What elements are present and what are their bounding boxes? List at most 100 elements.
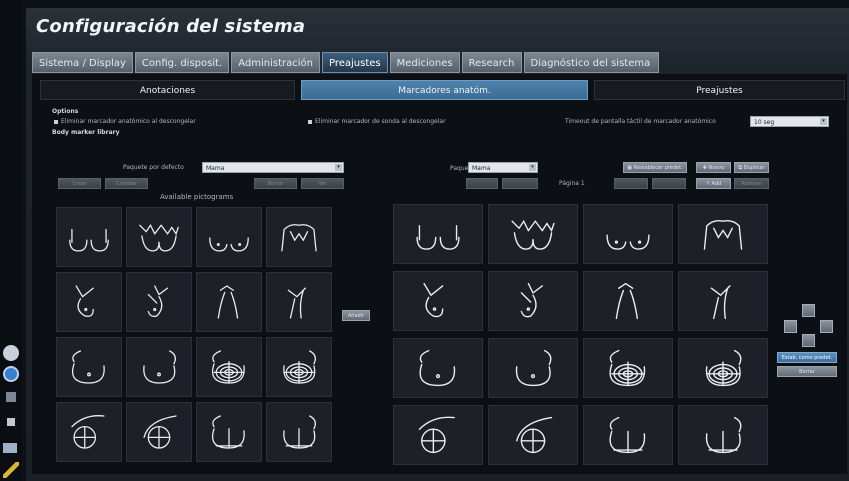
- timeout-select[interactable]: 10 seg ▾: [750, 116, 829, 127]
- tab-mediciones[interactable]: Mediciones: [389, 52, 460, 73]
- available-pictogram-9[interactable]: [56, 337, 122, 397]
- package-pictogram-2[interactable]: [488, 204, 578, 264]
- available-pictogram-1[interactable]: [56, 207, 122, 267]
- opt-remove-probe[interactable]: Eliminar marcador de sonda al descongela…: [308, 118, 446, 125]
- ver-button[interactable]: Ver: [301, 178, 344, 189]
- available-pictogram-4[interactable]: [266, 207, 332, 267]
- nuevo-label: Nuevo: [708, 165, 725, 171]
- package-pictogram-14[interactable]: [488, 405, 578, 465]
- move-left-button[interactable]: [784, 320, 797, 333]
- tab-preajustes[interactable]: Preajustes: [321, 52, 388, 73]
- neck-view-icon: [217, 285, 239, 319]
- package-pictogram-1[interactable]: [393, 204, 483, 264]
- upper-body-icon: [281, 224, 317, 252]
- paquete-defecto-value: Mama: [206, 165, 225, 172]
- paquete-defecto-label: Paquete por defecto: [123, 164, 184, 171]
- tab-research[interactable]: Research: [461, 52, 522, 73]
- printer-icon[interactable]: [6, 392, 16, 402]
- available-pictogram-11[interactable]: [196, 337, 262, 397]
- breasts-front-icon: [69, 228, 109, 252]
- package-pictogram-3[interactable]: [583, 204, 673, 264]
- paquete-select[interactable]: Mama ▾: [468, 162, 538, 173]
- next-page-button[interactable]: [652, 178, 686, 189]
- tab-administracion[interactable]: Administración: [231, 52, 320, 73]
- available-pictogram-12[interactable]: [266, 337, 332, 397]
- package-pictogram-7[interactable]: [583, 271, 673, 331]
- restablecer-button[interactable]: ▣ Restablecer predet.: [623, 162, 687, 173]
- move-right-button[interactable]: [820, 320, 833, 333]
- crear-button[interactable]: Crear: [58, 178, 101, 189]
- breast-left-axis-icon: [609, 416, 646, 454]
- available-pictogram-14[interactable]: [126, 402, 192, 462]
- package-pictogram-11[interactable]: [583, 338, 673, 398]
- available-pictogram-10[interactable]: [126, 337, 192, 397]
- opt-remove-anatomic[interactable]: Eliminar marcador anatómico al descongel…: [54, 118, 196, 125]
- breasts-front-icon: [416, 225, 460, 250]
- add-label: Add: [711, 181, 722, 187]
- available-pictogram-7[interactable]: [196, 272, 262, 332]
- available-pictogram-5[interactable]: [56, 272, 122, 332]
- package-pictogram-16[interactable]: [678, 405, 768, 465]
- config-window: Configuración del sistema Sistema / Disp…: [26, 8, 849, 481]
- available-pictogram-3[interactable]: [196, 207, 262, 267]
- available-pictogram-8[interactable]: [266, 272, 332, 332]
- page-label: Página 1: [559, 180, 585, 187]
- paquete-defecto-select[interactable]: Mama ▾: [202, 162, 344, 173]
- prev-page-button[interactable]: [614, 178, 648, 189]
- package-pictogram-6[interactable]: [488, 271, 578, 331]
- package-pictogram-8[interactable]: [678, 271, 768, 331]
- package-pictogram-4[interactable]: [678, 204, 768, 264]
- remove-button[interactable]: Remove: [734, 178, 769, 189]
- subtab-anotaciones[interactable]: Anotaciones: [40, 80, 295, 100]
- arrow-up-button[interactable]: [466, 178, 498, 189]
- chevron-down-icon: ▾: [529, 164, 536, 171]
- package-pictogram-15[interactable]: [583, 405, 673, 465]
- move-up-button[interactable]: [802, 304, 815, 317]
- available-pictogram-16[interactable]: [266, 402, 332, 462]
- help-icon[interactable]: [3, 366, 19, 382]
- duplicar-button[interactable]: ⧉ Duplicar: [734, 162, 769, 173]
- breasts-low-icon: [606, 234, 650, 250]
- breast-left-icon: [419, 349, 456, 387]
- available-pictogram-2[interactable]: [126, 207, 192, 267]
- subtab-marcadores[interactable]: Marcadores anatóm.: [301, 80, 588, 100]
- side-view-bent-icon: [520, 282, 543, 318]
- package-pictogram-12[interactable]: [678, 338, 768, 398]
- quadrant-left-icon: [418, 416, 455, 454]
- pen-icon[interactable]: [3, 462, 19, 478]
- set-default-button[interactable]: Estab. como predet.: [777, 352, 837, 363]
- settings-icon[interactable]: [3, 345, 19, 361]
- side-view-left-icon: [75, 285, 94, 317]
- package-pictogram-10[interactable]: [488, 338, 578, 398]
- cambiar-button[interactable]: Cambiar: [105, 178, 148, 189]
- volume-icon[interactable]: [7, 418, 15, 426]
- breast-left-axis-icon: [211, 415, 245, 449]
- tab-diagnostico[interactable]: Diagnóstico del sistema: [523, 52, 659, 73]
- breast-left-icon: [71, 350, 105, 384]
- arrow-down-button[interactable]: [502, 178, 538, 189]
- quadrant-right-icon: [516, 416, 553, 454]
- borrar-button[interactable]: Borrar: [254, 178, 297, 189]
- breast-right-rings-icon: [705, 349, 742, 387]
- side-view-right-icon: [287, 287, 307, 319]
- side-view-left-icon: [423, 282, 444, 318]
- tab-config-disposit[interactable]: Config. disposit.: [134, 52, 230, 73]
- add-button[interactable]: ↑ Add: [696, 178, 731, 189]
- package-pictogram-9[interactable]: [393, 338, 483, 398]
- package-pictogram-5[interactable]: [393, 271, 483, 331]
- delete-pictogram-button[interactable]: Borrar: [777, 366, 837, 377]
- side-view-right-icon: [710, 285, 731, 320]
- nuevo-button[interactable]: ✚ Nuevo: [696, 162, 731, 173]
- tab-sistema-display[interactable]: Sistema / Display: [32, 52, 133, 73]
- opt1-label: Eliminar marcador anatómico al descongel…: [61, 118, 196, 125]
- move-down-button[interactable]: [802, 334, 815, 347]
- chevron-down-icon: ▾: [820, 118, 827, 125]
- subtab-preajustes[interactable]: Preajustes: [594, 80, 845, 100]
- add-to-package-button[interactable]: Añadir: [342, 310, 370, 321]
- available-pictogram-13[interactable]: [56, 402, 122, 462]
- quadrant-right-icon: [143, 415, 177, 449]
- image-icon[interactable]: [3, 443, 17, 453]
- available-pictogram-15[interactable]: [196, 402, 262, 462]
- package-pictogram-13[interactable]: [393, 405, 483, 465]
- available-pictogram-6[interactable]: [126, 272, 192, 332]
